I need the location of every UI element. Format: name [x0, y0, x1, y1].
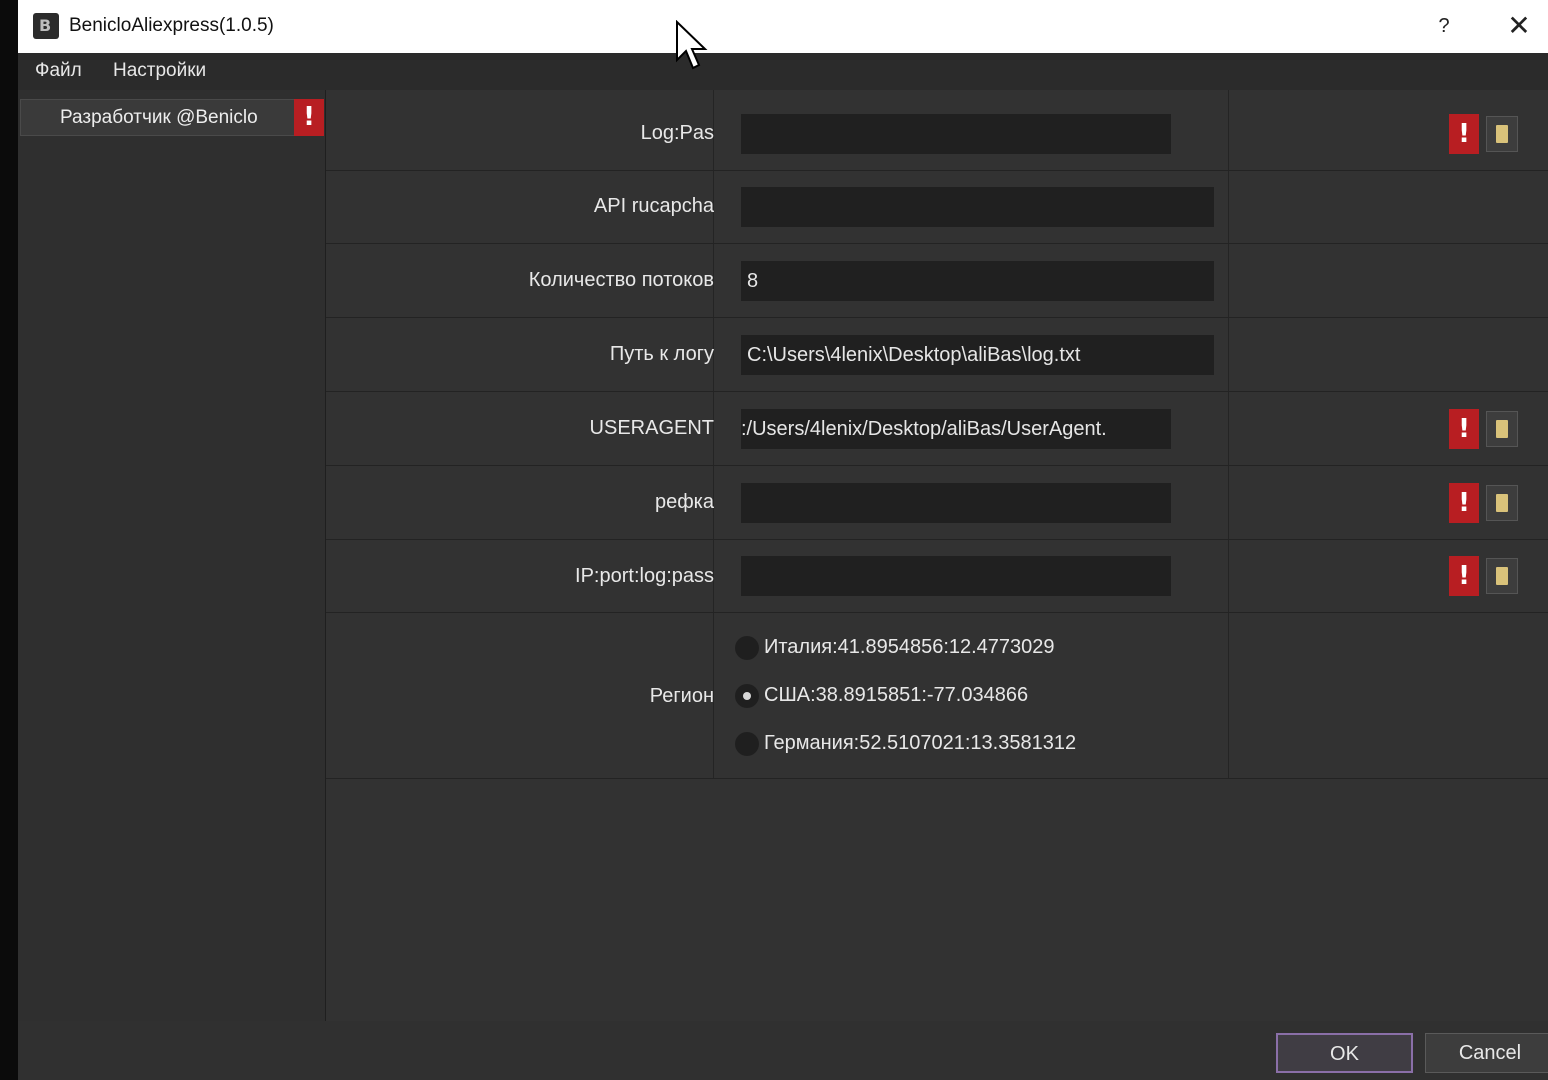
- radio-label-usa[interactable]: США:38.8915851:-77.034866: [764, 684, 1028, 707]
- warning-icon: !: [1449, 409, 1479, 449]
- logpas-field[interactable]: [741, 114, 1171, 154]
- close-button[interactable]: ✕: [1501, 10, 1537, 42]
- cancel-button[interactable]: Cancel: [1425, 1033, 1548, 1073]
- form-row-region: Регион Италия:41.8954856:12.4773029 США:…: [326, 613, 1548, 779]
- field-label: API rucapcha: [593, 195, 714, 217]
- api-rucapcha-field[interactable]: [741, 187, 1214, 227]
- field-label: Путь к логу: [609, 343, 714, 365]
- browse-file-button[interactable]: [1486, 485, 1518, 521]
- sidebar: Разработчик @Beniclo !: [18, 90, 325, 1080]
- sidebar-item-developer[interactable]: Разработчик @Beniclo !: [20, 99, 324, 136]
- warning-icon: !: [1449, 483, 1479, 523]
- settings-dialog: BenicloAliexpress(1.0.5) ? ✕ Файл Настро…: [18, 0, 1548, 1080]
- app-icon: [33, 13, 59, 39]
- warning-icon: !: [1449, 114, 1479, 154]
- ok-button[interactable]: OK: [1276, 1033, 1413, 1073]
- window-title: BenicloAliexpress(1.0.5): [69, 15, 274, 36]
- warning-icon: !: [1449, 556, 1479, 596]
- warning-icon: !: [294, 99, 324, 136]
- title-bar: BenicloAliexpress(1.0.5) ? ✕: [18, 0, 1548, 53]
- menu-file[interactable]: Файл: [35, 60, 82, 82]
- form-row-threads: Количество потоков 8: [326, 244, 1548, 318]
- radio-usa[interactable]: [735, 684, 759, 708]
- referral-field[interactable]: [741, 483, 1171, 523]
- field-label: USERAGENT: [589, 417, 714, 439]
- browse-file-button[interactable]: [1486, 411, 1518, 447]
- field-label: Количество потоков: [528, 269, 714, 291]
- dialog-footer: OK Cancel: [18, 1021, 1548, 1080]
- threads-count-field[interactable]: 8: [741, 261, 1214, 301]
- browse-file-button[interactable]: [1486, 558, 1518, 594]
- menu-bar: Файл Настройки: [18, 53, 1548, 90]
- help-button[interactable]: ?: [1428, 10, 1460, 42]
- radio-label-germany[interactable]: Германия:52.5107021:13.3581312: [764, 732, 1076, 755]
- log-path-field[interactable]: C:\Users\4lenix\Desktop\aliBas\log.txt: [741, 335, 1214, 375]
- sidebar-item-label: Разработчик @Beniclo: [60, 107, 258, 128]
- field-label: Регион: [649, 685, 714, 707]
- form-row-log-path: Путь к логу C:\Users\4lenix\Desktop\aliB…: [326, 318, 1548, 392]
- radio-germany[interactable]: [735, 732, 759, 756]
- form-row-logpas: Log:Pas !: [326, 97, 1548, 171]
- radio-label-italy[interactable]: Италия:41.8954856:12.4773029: [764, 636, 1055, 659]
- browse-file-button[interactable]: [1486, 116, 1518, 152]
- field-label: рефка: [654, 491, 714, 513]
- settings-form: Log:Pas ! API rucapcha Количество потоко…: [325, 90, 1548, 1021]
- field-label: Log:Pas: [640, 122, 714, 144]
- form-row-useragent: USERAGENT :/Users/4lenix/Desktop/aliBas/…: [326, 392, 1548, 466]
- radio-italy[interactable]: [735, 636, 759, 660]
- mouse-cursor-icon: [676, 20, 708, 70]
- form-row-proxy: IP:port:log:pass !: [326, 540, 1548, 613]
- menu-settings[interactable]: Настройки: [113, 60, 206, 82]
- form-row-referral: рефка !: [326, 466, 1548, 540]
- proxy-field[interactable]: [741, 556, 1171, 596]
- form-row-api-rucapcha: API rucapcha: [326, 170, 1548, 244]
- useragent-field[interactable]: :/Users/4lenix/Desktop/aliBas/UserAgent.: [741, 409, 1171, 449]
- field-label: IP:port:log:pass: [575, 565, 714, 587]
